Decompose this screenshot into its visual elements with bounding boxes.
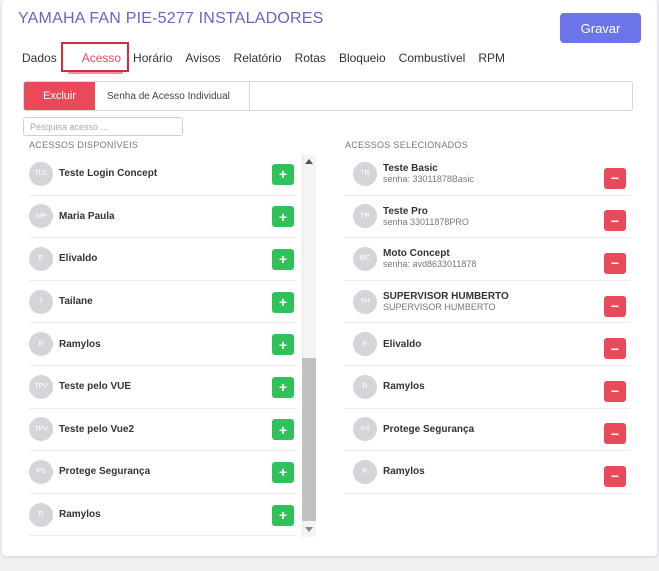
access-name: Teste Basic	[383, 163, 438, 175]
avatar: R	[353, 374, 377, 399]
selected-list: TB Teste Basic senha: 33011878Basic − TP Test…	[345, 153, 630, 503]
avatar: TPV	[29, 374, 53, 399]
available-item[interactable]: TPV Teste pelo VUE +	[29, 366, 297, 409]
access-name: Ramylos	[59, 509, 101, 521]
avatar: TLC	[29, 161, 53, 186]
access-name: Ramylos	[383, 466, 425, 478]
add-access-button[interactable]: +	[272, 163, 294, 185]
access-password: senha: 33011878Basic	[383, 174, 474, 185]
avatar: R	[29, 332, 53, 357]
scrollbar-thumb[interactable]	[302, 358, 316, 521]
save-button[interactable]: Gravar	[560, 13, 641, 43]
remove-access-button[interactable]: −	[604, 338, 626, 360]
access-name: Tailane	[59, 296, 93, 308]
access-name: SUPERVISOR HUMBERTO	[383, 291, 509, 303]
selected-item[interactable]: SH SUPERVISOR HUMBERTO SUPERVISOR HUMBERTO…	[345, 281, 630, 324]
tab-avisos[interactable]: Avisos	[185, 50, 220, 66]
tab-rotas[interactable]: Rotas	[295, 50, 326, 66]
access-subbar: Excluir Senha de Acesso Individual	[23, 81, 633, 111]
access-name: Ramylos	[383, 381, 425, 393]
remove-access-button[interactable]: −	[604, 295, 626, 317]
selected-item[interactable]: R Ramylos −	[345, 366, 630, 409]
avatar: R	[353, 459, 377, 484]
add-access-button[interactable]: +	[272, 504, 294, 526]
avatar: TPV	[29, 417, 53, 442]
remove-access-button[interactable]: −	[604, 380, 626, 402]
tab-bloqueio[interactable]: Bloqueio	[339, 50, 386, 66]
individual-password-tab[interactable]: Senha de Acesso Individual	[95, 82, 250, 110]
avatar: MP	[29, 204, 53, 229]
selected-heading: ACESSOS SELECIONADOS	[345, 140, 469, 150]
active-tab-highlight	[61, 42, 129, 72]
available-item[interactable]: MP Maria Paula +	[29, 196, 297, 239]
access-name: Maria Paula	[59, 210, 115, 222]
add-access-button[interactable]: +	[272, 248, 294, 270]
add-access-button[interactable]: +	[272, 334, 294, 356]
access-name: Teste Pro	[383, 205, 428, 217]
selected-item[interactable]: R Ramylos −	[345, 451, 630, 494]
avatar: SH	[353, 289, 377, 314]
remove-access-button[interactable]: −	[604, 167, 626, 189]
tab-rpm[interactable]: RPM	[478, 50, 505, 66]
access-name: Ramylos	[59, 338, 101, 350]
access-name: Protege Segurança	[383, 423, 475, 435]
access-name: Elivaldo	[383, 338, 422, 350]
avatar: E	[29, 246, 53, 271]
access-password: senha: avd8633011878	[383, 259, 477, 270]
selected-item[interactable]: PS Protege Segurança −	[345, 409, 630, 452]
available-item[interactable]: E Elivaldo +	[29, 238, 297, 281]
avatar: TB	[353, 161, 377, 186]
remove-access-button[interactable]: −	[604, 465, 626, 487]
access-name: Protege Segurança	[59, 466, 151, 478]
access-name: Elivaldo	[59, 253, 98, 265]
access-name: Teste pelo Vue2	[59, 423, 135, 435]
access-name: Teste pelo VUE	[59, 381, 132, 393]
selected-item[interactable]: MC Moto Concept senha: avd8633011878 −	[345, 238, 630, 281]
available-item[interactable]: R Ramylos +	[29, 323, 297, 366]
available-item[interactable]: R Ramylos +	[29, 494, 297, 537]
page-title: YAMAHA FAN PIE-5277 INSTALADORES	[18, 10, 324, 27]
scroll-up-arrow-icon[interactable]	[305, 159, 313, 164]
available-item[interactable]: TLC Teste Login Concept +	[29, 153, 297, 196]
access-name: Moto Concept	[383, 248, 450, 260]
avatar: E	[353, 332, 377, 357]
avatar: R	[29, 502, 53, 527]
search-input[interactable]	[23, 117, 183, 136]
access-password: senha 33011878PRO	[383, 216, 469, 227]
selected-item[interactable]: TB Teste Basic senha: 33011878Basic −	[345, 153, 630, 196]
delete-button[interactable]: Excluir	[24, 82, 95, 110]
remove-access-button[interactable]: −	[604, 252, 626, 274]
add-access-button[interactable]: +	[272, 291, 294, 313]
avatar: T	[29, 289, 53, 314]
add-access-button[interactable]: +	[272, 206, 294, 228]
avatar: TP	[353, 204, 377, 229]
active-tab-underline	[68, 72, 123, 74]
available-heading: ACESSOS DISPONÍVEIS	[29, 140, 139, 150]
avatar: PS	[29, 459, 53, 484]
tab-relatorio[interactable]: Relatório	[234, 50, 282, 66]
add-access-button[interactable]: +	[272, 419, 294, 441]
avatar: PS	[353, 417, 377, 442]
tab-dados[interactable]: Dados	[22, 50, 57, 66]
add-access-button[interactable]: +	[272, 461, 294, 483]
available-item[interactable]: PS Protege Segurança +	[29, 451, 297, 494]
tab-horario[interactable]: Horário	[133, 50, 172, 66]
selected-item[interactable]: TP Teste Pro senha 33011878PRO −	[345, 196, 630, 239]
available-item[interactable]: T Tailane +	[29, 281, 297, 324]
scroll-down-arrow-icon[interactable]	[305, 527, 313, 532]
available-list: TLC Teste Login Concept + MP Maria Paula + E El…	[29, 153, 297, 537]
avatar: MC	[353, 246, 377, 271]
access-name: Teste Login Concept	[59, 168, 158, 180]
add-access-button[interactable]: +	[272, 376, 294, 398]
access-password: SUPERVISOR HUMBERTO	[383, 302, 496, 313]
selected-item[interactable]: E Elivaldo −	[345, 323, 630, 366]
remove-access-button[interactable]: −	[604, 423, 626, 445]
tab-combustivel[interactable]: Combustível	[399, 50, 466, 66]
remove-access-button[interactable]: −	[604, 210, 626, 232]
available-item[interactable]: TPV Teste pelo Vue2 +	[29, 409, 297, 452]
